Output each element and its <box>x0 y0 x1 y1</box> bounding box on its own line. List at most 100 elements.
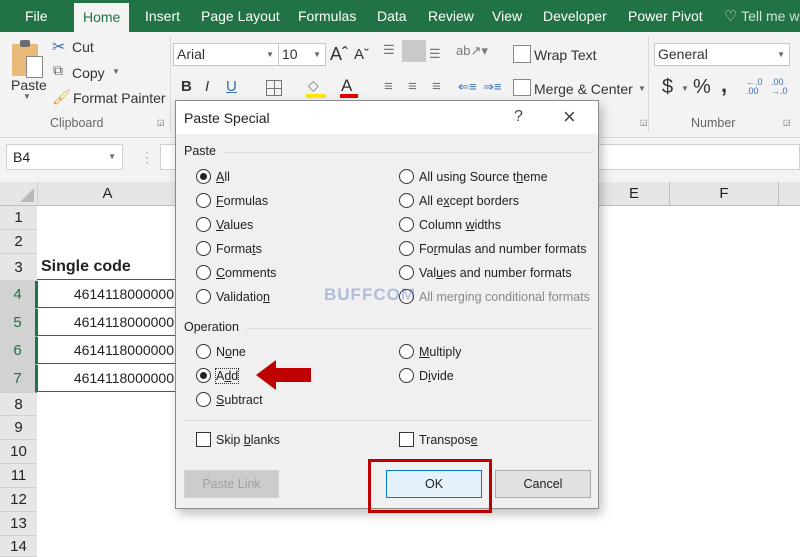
italic-button[interactable]: I <box>205 78 209 95</box>
radio-button[interactable] <box>399 368 414 383</box>
watermark: BUFFCOM <box>324 285 416 304</box>
align-right-icon[interactable]: ≡ <box>432 78 441 95</box>
cut-button[interactable]: Cut <box>72 39 94 55</box>
radio-button[interactable] <box>196 368 211 383</box>
tab-home[interactable]: Home <box>74 3 130 32</box>
radio-button[interactable] <box>196 169 211 184</box>
radio-button[interactable] <box>196 392 211 407</box>
row-header[interactable]: 11 <box>0 464 37 488</box>
paste-clipboard-icon[interactable] <box>12 40 44 78</box>
bold-button[interactable]: B <box>181 78 192 95</box>
paste-button[interactable]: Paste <box>11 77 47 93</box>
number-format-combo[interactable]: General ▼ <box>654 43 790 66</box>
font-color-button[interactable]: A <box>341 76 352 96</box>
paste-option-label: All <box>216 170 230 184</box>
currency-dropdown-icon[interactable]: ▼ <box>681 84 689 93</box>
copy-dropdown-icon[interactable]: ▼ <box>112 67 120 76</box>
row-header[interactable]: 2 <box>0 230 37 254</box>
font-size-combo[interactable]: 10 ▼ <box>278 43 326 66</box>
clipboard-launcher-icon[interactable]: ◲ <box>157 118 165 127</box>
row-header[interactable]: 9 <box>0 416 37 440</box>
align-top-icon[interactable]: ☰ <box>383 42 395 58</box>
checkbox-box[interactable] <box>196 432 211 447</box>
cell-a5[interactable]: 4614118000000 <box>37 309 177 336</box>
radio-button[interactable] <box>196 265 211 280</box>
row-header[interactable]: 1 <box>0 206 37 230</box>
wrap-text-button[interactable]: Wrap Text <box>534 47 597 63</box>
tab-formulas[interactable]: Formulas <box>298 0 356 32</box>
operation-option-label: Multiply <box>419 345 462 359</box>
currency-button[interactable]: $ <box>662 76 673 99</box>
tab-insert[interactable]: Insert <box>145 0 180 32</box>
align-left-icon[interactable]: ≡ <box>384 78 393 95</box>
decrease-decimal-button[interactable]: .00 →.0 <box>771 78 789 96</box>
tab-power-pivot[interactable]: Power Pivot <box>628 0 703 32</box>
radio-button[interactable] <box>399 265 414 280</box>
increase-indent-icon[interactable]: ⇒≡ <box>483 79 501 95</box>
decrease-indent-icon[interactable]: ⇐≡ <box>458 79 476 95</box>
radio-button[interactable] <box>196 217 211 232</box>
row-header[interactable]: 3 <box>0 254 37 281</box>
column-header-g[interactable] <box>779 182 800 206</box>
cell-a4[interactable]: 4614118000000 <box>37 281 177 308</box>
align-bottom-icon[interactable]: ☰ <box>429 46 441 62</box>
help-button[interactable]: ? <box>514 108 523 126</box>
fill-color-icon[interactable]: ◇ <box>308 77 319 94</box>
row-header[interactable]: 7 <box>0 365 37 393</box>
borders-icon[interactable] <box>266 80 282 96</box>
radio-button[interactable] <box>196 241 211 256</box>
radio-button[interactable] <box>196 193 211 208</box>
column-header-a[interactable]: A <box>37 182 177 206</box>
tab-developer[interactable]: Developer <box>543 0 607 32</box>
tell-me-search[interactable]: ♡ Tell me w <box>724 0 799 32</box>
orientation-icon[interactable]: ab↗▾ <box>456 43 488 59</box>
tab-page-layout[interactable]: Page Layout <box>201 0 280 32</box>
decrease-font-size-icon[interactable]: Aˇ <box>354 46 369 63</box>
row-header[interactable]: 4 <box>0 281 37 309</box>
increase-font-size-icon[interactable]: Aˆ <box>330 44 348 65</box>
tab-view[interactable]: View <box>492 0 522 32</box>
percent-button[interactable]: % <box>693 76 711 99</box>
cell-a6[interactable]: 4614118000000 <box>37 337 177 364</box>
underline-button[interactable]: U <box>226 78 237 95</box>
font-name-combo[interactable]: Arial ▼ <box>173 43 279 66</box>
radio-button[interactable] <box>399 344 414 359</box>
row-header[interactable]: 10 <box>0 440 37 464</box>
row-header[interactable]: 6 <box>0 337 37 365</box>
align-center-icon[interactable]: ≡ <box>408 78 417 95</box>
column-header-f[interactable]: F <box>669 182 779 206</box>
tab-review[interactable]: Review <box>428 0 474 32</box>
name-box[interactable]: B4 ▼ <box>6 144 123 170</box>
tab-file[interactable]: File <box>25 0 48 32</box>
increase-decimal-button[interactable]: ←.0 .00 <box>746 78 764 96</box>
row-header[interactable]: 14 <box>0 536 37 557</box>
radio-button[interactable] <box>196 289 211 304</box>
checkbox-box[interactable] <box>399 432 414 447</box>
merge-center-button[interactable]: Merge & Center <box>534 81 633 97</box>
row-header[interactable]: 13 <box>0 512 37 536</box>
align-middle-icon[interactable] <box>402 40 426 62</box>
close-button[interactable]: × <box>563 104 576 130</box>
merge-dropdown-icon[interactable]: ▼ <box>638 84 646 93</box>
tab-data[interactable]: Data <box>377 0 407 32</box>
format-painter-button[interactable]: Format Painter <box>73 90 166 106</box>
copy-button[interactable]: Copy <box>72 65 105 81</box>
row-header[interactable]: 12 <box>0 488 37 512</box>
column-header-e[interactable]: E <box>599 182 669 206</box>
radio-button[interactable] <box>399 193 414 208</box>
paste-option-label: Formulas <box>216 194 269 208</box>
row-header[interactable]: 5 <box>0 309 37 337</box>
radio-button[interactable] <box>399 217 414 232</box>
radio-button[interactable] <box>399 241 414 256</box>
row-header[interactable]: 8 <box>0 393 37 416</box>
cell-a7[interactable]: 4614118000000 <box>37 365 177 392</box>
comma-button[interactable]: , <box>721 72 727 98</box>
cancel-button[interactable]: Cancel <box>495 470 591 498</box>
paste-dropdown-icon[interactable]: ▼ <box>23 92 31 101</box>
number-launcher-icon[interactable]: ◲ <box>783 118 791 127</box>
cell-a3[interactable]: Single code <box>37 254 177 280</box>
alignment-launcher-icon[interactable]: ◲ <box>640 118 648 127</box>
radio-button[interactable] <box>399 169 414 184</box>
radio-button[interactable] <box>196 344 211 359</box>
select-all-corner[interactable] <box>0 182 37 206</box>
